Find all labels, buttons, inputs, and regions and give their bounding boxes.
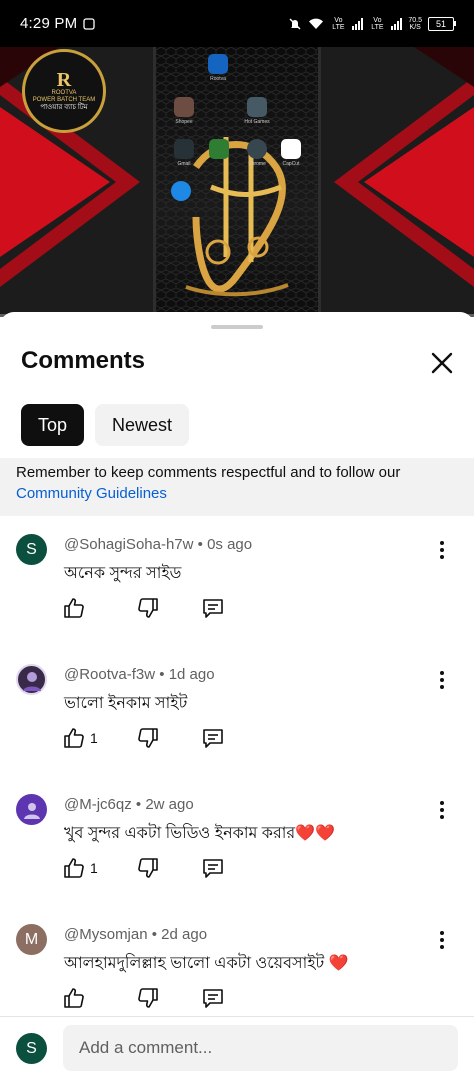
- reply-icon[interactable]: [201, 726, 225, 750]
- comment-meta: @M-jc6qz • 2w ago: [64, 796, 194, 813]
- notice-text: Remember to keep comments respectful and…: [16, 464, 401, 481]
- dislike-icon[interactable]: [136, 856, 160, 880]
- comment-meta: @SohagiSoha-h7w • 0s ago: [64, 536, 253, 553]
- comment-text: খুব সুন্দর একটা ভিডিও ইনকাম করার❤️❤️: [64, 825, 336, 842]
- reply-icon[interactable]: [201, 596, 225, 620]
- composer-divider: [0, 1016, 474, 1017]
- tab-top[interactable]: Top: [21, 404, 84, 446]
- guidelines-notice: Remember to keep comments respectful and…: [0, 458, 474, 516]
- comment-author[interactable]: @Mysomjan: [64, 926, 148, 943]
- battery-icon: 51: [428, 16, 456, 31]
- more-options-icon[interactable]: [430, 668, 454, 692]
- sheet-title: Comments: [21, 347, 146, 374]
- community-guidelines-link[interactable]: Community Guidelines: [16, 483, 458, 504]
- drag-handle[interactable]: [211, 325, 263, 329]
- like-count: 1: [90, 860, 98, 876]
- comment-item: S @SohagiSoha-h7w • 0s ago অনেক সুন্দর স…: [0, 534, 474, 664]
- comment-time: 1d ago: [168, 666, 215, 683]
- dislike-icon[interactable]: [136, 986, 160, 1010]
- comment-text: আলহামদুলিল্লাহ ভালো একটা ওয়েবসাইট ❤️: [64, 955, 349, 972]
- avatar[interactable]: [16, 794, 47, 825]
- gmail-app-icon: [174, 139, 194, 159]
- lock-app-icon: [171, 181, 191, 201]
- more-options-icon[interactable]: [430, 798, 454, 822]
- reply-icon[interactable]: [201, 986, 225, 1010]
- comment-author[interactable]: @Rootva-f3w: [64, 666, 155, 683]
- volte-1-label: Vo LTE: [332, 16, 345, 31]
- signal-2-icon: [391, 17, 403, 30]
- shopee-app-icon: [174, 97, 194, 117]
- comment-item: @M-jc6qz • 2w ago খুব সুন্দর একটা ভিডিও …: [0, 794, 474, 924]
- like-icon[interactable]: [62, 596, 86, 620]
- rootva-app-icon: [208, 54, 228, 74]
- chrome-app-icon: [247, 139, 267, 159]
- notification-icon: [83, 17, 95, 30]
- more-options-icon[interactable]: [430, 928, 454, 952]
- comment-author[interactable]: @SohagiSoha-h7w: [64, 536, 193, 553]
- mute-icon: [288, 17, 302, 31]
- dislike-icon[interactable]: [136, 596, 160, 620]
- channel-logo: R ROOTVA POWER BATCH TEAM পাওয়ার ব্যাচ …: [22, 49, 106, 133]
- comments-sheet: Comments Top Newest Remember to keep com…: [0, 312, 474, 1080]
- close-icon: [431, 352, 453, 374]
- signal-1-icon: [352, 17, 364, 30]
- phone-mockup: Rootva Shopee Hot Games Gmail Chrome Cap…: [153, 47, 321, 317]
- avatar[interactable]: [16, 664, 47, 695]
- person-icon: [23, 802, 40, 819]
- comment-time: 0s ago: [207, 536, 253, 553]
- dislike-icon[interactable]: [136, 726, 160, 750]
- comment-author[interactable]: @M-jc6qz: [64, 796, 132, 813]
- reply-icon[interactable]: [201, 856, 225, 880]
- more-options-icon[interactable]: [430, 538, 454, 562]
- comment-text: অনেক সুন্দর সাইড: [64, 565, 182, 582]
- status-right: Vo LTE Vo LTE 70.5 K/S 51: [288, 16, 456, 31]
- comment-meta: @Rootva-f3w • 1d ago: [64, 666, 215, 683]
- avatar[interactable]: M: [16, 924, 47, 955]
- comment-meta: @Mysomjan • 2d ago: [64, 926, 208, 943]
- comment-time: 2w ago: [145, 796, 194, 813]
- tab-newest[interactable]: Newest: [95, 404, 189, 446]
- status-time: 4:29 PM: [20, 15, 78, 32]
- avatar[interactable]: S: [16, 534, 47, 565]
- add-comment-input[interactable]: Add a comment...: [63, 1025, 458, 1071]
- comment-item: @Rootva-f3w • 1d ago ভালো ইনকাম সাইট 1: [0, 664, 474, 794]
- hot-games-app-icon: [247, 97, 267, 117]
- user-avatar[interactable]: S: [16, 1033, 47, 1064]
- volte-2-label: Vo LTE: [371, 16, 384, 31]
- status-bar: 4:29 PM Vo LTE Vo LTE 70.5 K/S 51: [0, 0, 474, 47]
- video-player[interactable]: Rootva Shopee Hot Games Gmail Chrome Cap…: [0, 47, 474, 317]
- net-speed: 70.5 K/S: [408, 16, 422, 31]
- avatar-image: [22, 671, 41, 691]
- wifi-icon: [308, 17, 324, 30]
- like-count: 1: [90, 730, 98, 746]
- green-app-icon: [209, 139, 229, 159]
- like-icon[interactable]: [62, 726, 86, 750]
- like-icon[interactable]: [62, 856, 86, 880]
- close-button[interactable]: [428, 349, 456, 377]
- like-icon[interactable]: [62, 986, 86, 1010]
- capcut-app-icon: [281, 139, 301, 159]
- comment-time: 2d ago: [161, 926, 208, 943]
- comment-text: ভালো ইনকাম সাইট: [64, 695, 188, 712]
